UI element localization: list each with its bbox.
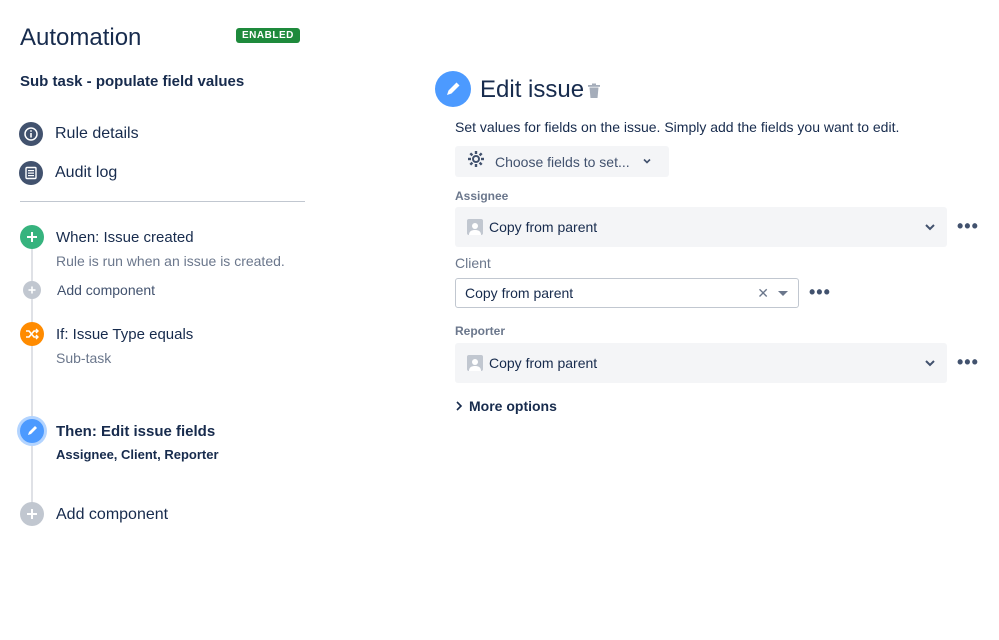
- nav-audit-log[interactable]: Audit log: [19, 161, 117, 185]
- page-title: Edit issue: [480, 76, 585, 103]
- chevron-down-icon: [642, 153, 652, 171]
- list-icon: [19, 161, 43, 185]
- rule-name[interactable]: Sub task - populate field values: [20, 73, 244, 90]
- client-more-menu[interactable]: •••: [809, 283, 831, 301]
- edit-issue-panel: Edit issue Set values for fields on the …: [430, 0, 999, 640]
- condition-subtitle: Sub-task: [56, 350, 112, 366]
- chevron-right-icon: [455, 399, 463, 414]
- action-title[interactable]: Then: Edit issue fields: [56, 423, 215, 440]
- choose-fields-label: Choose fields to set...: [495, 153, 630, 170]
- action-subtitle: Assignee, Client, Reporter: [56, 447, 219, 462]
- nav-rule-details-label: Rule details: [55, 125, 139, 142]
- user-avatar-icon: [467, 219, 483, 235]
- info-icon: [19, 122, 43, 146]
- add-component-link[interactable]: Add component: [56, 506, 168, 524]
- assignee-more-menu[interactable]: •••: [957, 217, 979, 235]
- reporter-select[interactable]: Copy from parent: [455, 343, 947, 383]
- user-avatar-icon: [467, 355, 483, 371]
- description: Set values for fields on the issue. Simp…: [455, 119, 900, 135]
- more-options-label: More options: [469, 398, 557, 414]
- clear-icon[interactable]: ✕: [757, 285, 769, 302]
- add-component-link[interactable]: Add component: [57, 282, 155, 298]
- trash-icon[interactable]: [587, 83, 601, 99]
- choose-fields-button[interactable]: Choose fields to set...: [455, 146, 669, 177]
- action-pencil-icon[interactable]: [20, 419, 44, 443]
- sidebar-divider: [20, 201, 305, 202]
- condition-shuffle-icon[interactable]: [20, 322, 44, 346]
- reporter-value: Copy from parent: [489, 355, 598, 371]
- assignee-select[interactable]: Copy from parent: [455, 207, 947, 247]
- add-component-plus-icon[interactable]: [23, 281, 41, 299]
- assignee-label: Assignee: [455, 189, 509, 203]
- reporter-more-menu[interactable]: •••: [957, 353, 979, 371]
- status-badge[interactable]: ENABLED: [236, 28, 300, 43]
- client-label: Client: [455, 255, 491, 271]
- assignee-value: Copy from parent: [489, 219, 598, 235]
- chevron-down-icon: [923, 356, 937, 375]
- gear-icon: [467, 150, 485, 173]
- trigger-plus-icon[interactable]: [20, 225, 44, 249]
- condition-title[interactable]: If: Issue Type equals: [56, 326, 193, 343]
- sidebar: Automation ENABLED Sub task - populate f…: [0, 0, 320, 640]
- pencil-icon: [435, 71, 471, 107]
- trigger-title[interactable]: When: Issue created: [56, 229, 194, 246]
- client-value: Copy from parent: [465, 285, 574, 301]
- caret-down-icon[interactable]: [778, 291, 788, 296]
- chevron-down-icon: [923, 220, 937, 239]
- more-options-toggle[interactable]: More options: [455, 398, 557, 414]
- nav-audit-log-label: Audit log: [55, 164, 118, 181]
- trigger-subtitle: Rule is run when an issue is created.: [56, 253, 285, 269]
- app-title: Automation: [20, 24, 142, 51]
- add-component-plus-icon[interactable]: [20, 502, 44, 526]
- reporter-label: Reporter: [455, 324, 506, 338]
- client-select[interactable]: Copy from parent ✕: [455, 278, 799, 308]
- nav-rule-details[interactable]: Rule details: [19, 122, 139, 146]
